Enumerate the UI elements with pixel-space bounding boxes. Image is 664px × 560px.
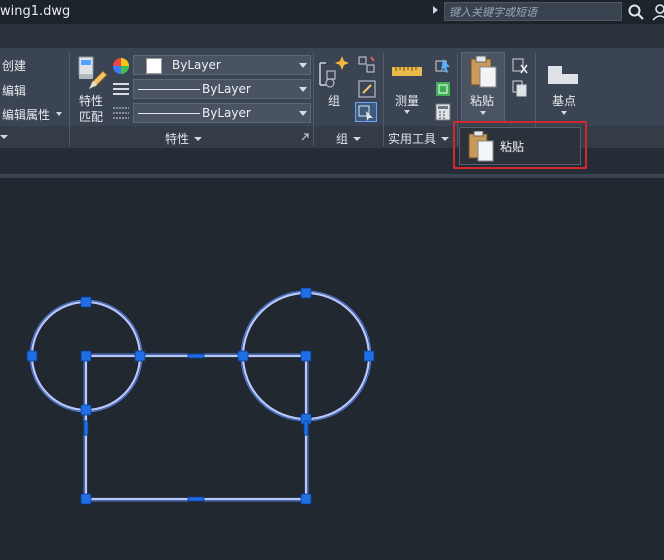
group-selection-icon <box>358 105 373 121</box>
base-point-label[interactable]: 基点 <box>552 92 576 109</box>
window-title: wing1.dwg <box>0 4 71 19</box>
block-create-button[interactable]: 创建 <box>2 57 26 74</box>
grip[interactable] <box>80 350 92 362</box>
linetype-value: ByLayer <box>202 82 251 96</box>
group-panel-title-text: 组 <box>336 132 349 146</box>
search-input[interactable]: 键入关键字或短语 <box>444 2 622 21</box>
color-dropdown[interactable]: ByLayer <box>133 55 311 75</box>
search-icon[interactable] <box>627 3 645 21</box>
lineweight-dropdown[interactable]: ByLayer <box>133 103 311 123</box>
linetype-icon <box>113 83 129 95</box>
selected-geometry[interactable] <box>30 291 371 501</box>
measure-button-label[interactable]: 测量 <box>395 92 419 109</box>
midpoint-grip[interactable] <box>187 496 205 502</box>
panel-launcher-icon[interactable] <box>301 133 309 141</box>
grip[interactable] <box>80 493 92 505</box>
cut-icon[interactable] <box>511 57 529 75</box>
chevron-down-icon <box>299 111 307 116</box>
rectangle[interactable] <box>84 354 308 501</box>
paste-dropdown-icon[interactable] <box>480 111 486 115</box>
properties-panel-title[interactable]: 特性 <box>165 130 203 147</box>
chevron-down-icon <box>299 63 307 68</box>
grip[interactable] <box>237 350 249 362</box>
title-bar: wing1.dwg 键入关键字或短语 <box>0 0 664 24</box>
group-edit-icon[interactable] <box>357 79 377 99</box>
grip[interactable] <box>134 350 146 362</box>
utilities-panel-title[interactable]: 实用工具 <box>388 130 450 147</box>
midpoint-grip[interactable] <box>303 420 309 436</box>
select-all-icon[interactable] <box>434 80 452 98</box>
linetype-dropdown[interactable]: ByLayer <box>133 79 311 99</box>
measure-icon[interactable] <box>392 64 422 78</box>
base-point-icon[interactable] <box>546 58 580 86</box>
grip[interactable] <box>80 296 92 308</box>
lineweight-value: ByLayer <box>202 106 251 120</box>
drawing-canvas[interactable] <box>0 178 664 556</box>
lineweight-preview <box>138 113 200 114</box>
grip[interactable] <box>300 493 312 505</box>
grip[interactable] <box>80 404 92 416</box>
base-dropdown-icon[interactable] <box>561 111 567 115</box>
midpoint-grip[interactable] <box>83 420 89 436</box>
color-value: ByLayer <box>172 58 221 72</box>
group-select-toggle[interactable] <box>355 102 377 122</box>
block-panel-expand-icon[interactable] <box>0 135 8 139</box>
linetype-preview <box>138 89 200 90</box>
grip[interactable] <box>300 287 312 299</box>
ungroup-icon[interactable] <box>357 55 377 75</box>
block-edit-button[interactable]: 编辑 <box>2 82 26 99</box>
grip[interactable] <box>300 350 312 362</box>
properties-panel-title-text: 特性 <box>165 132 190 146</box>
group-button-label[interactable]: 组 <box>328 92 340 109</box>
clipboard-icon <box>470 55 497 88</box>
ribbon-tab-bar <box>0 24 664 48</box>
quick-select-icon[interactable] <box>434 57 452 75</box>
grip[interactable] <box>363 350 375 362</box>
chevron-down-icon <box>299 87 307 92</box>
grips[interactable] <box>26 287 375 505</box>
calculator-icon[interactable] <box>435 103 451 121</box>
lineweight-icon <box>113 107 129 119</box>
expand-arrow-icon[interactable] <box>433 6 438 14</box>
color-swatch <box>146 58 162 74</box>
panel-divider <box>69 52 70 146</box>
panel-divider <box>313 52 314 146</box>
grip[interactable] <box>26 350 38 362</box>
match-properties-label-2[interactable]: 匹配 <box>79 108 103 125</box>
user-icon[interactable] <box>651 3 664 21</box>
drawing[interactable] <box>0 178 664 556</box>
midpoint-grip[interactable] <box>187 353 205 359</box>
edit-attributes-dropdown-icon[interactable] <box>56 112 62 116</box>
color-wheel-icon <box>113 58 129 74</box>
copy-icon[interactable] <box>512 80 528 98</box>
panel-divider <box>383 52 384 146</box>
chevron-down-icon <box>353 137 362 141</box>
utilities-panel-title-text: 实用工具 <box>388 132 437 146</box>
paste-button-label[interactable]: 粘贴 <box>470 92 494 109</box>
chevron-down-icon <box>441 137 450 141</box>
group-panel-title[interactable]: 组 <box>336 130 362 147</box>
search-placeholder: 键入关键字或短语 <box>449 6 537 19</box>
measure-dropdown-icon[interactable] <box>404 110 410 114</box>
selection-glow <box>29 290 372 502</box>
group-icon[interactable] <box>318 55 352 91</box>
match-properties-icon[interactable] <box>77 55 109 91</box>
highlight-box <box>453 121 587 169</box>
block-edit-attributes-button[interactable]: 编辑属性 <box>2 106 50 123</box>
match-properties-label-1[interactable]: 特性 <box>79 92 103 109</box>
chevron-down-icon <box>194 137 203 141</box>
